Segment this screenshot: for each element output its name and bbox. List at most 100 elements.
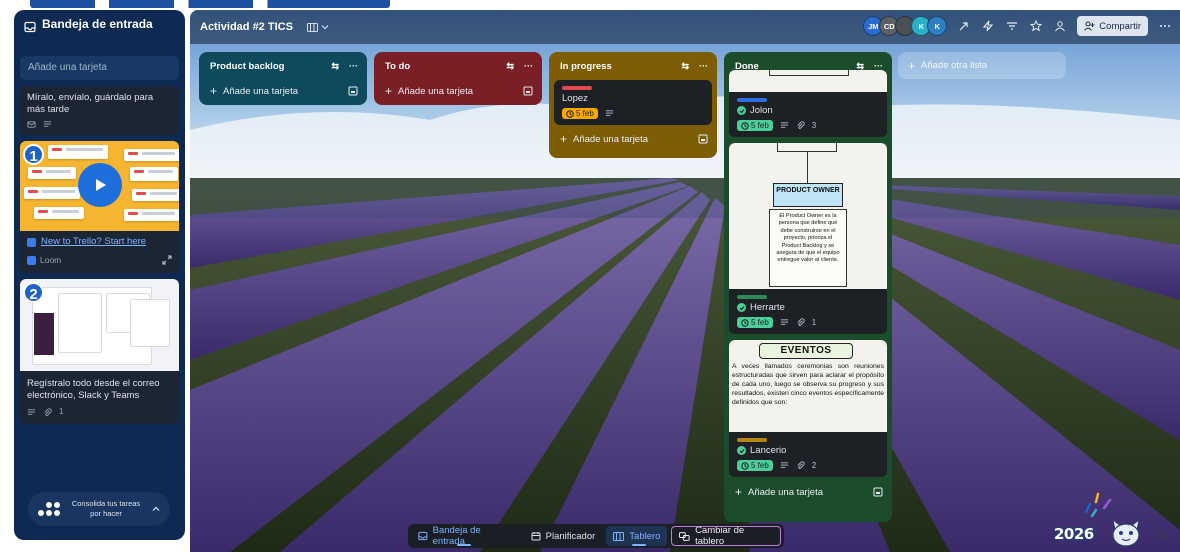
add-card-button[interactable]: + Añade una tarjeta [549, 128, 717, 150]
switch-board-icon [679, 531, 691, 541]
complete-check-icon[interactable] [737, 106, 746, 115]
list-title[interactable]: To do [385, 61, 410, 72]
template-icon[interactable] [873, 487, 883, 497]
play-button[interactable] [78, 163, 122, 207]
list-title[interactable]: Product backlog [210, 61, 284, 72]
share-button[interactable]: Compartir [1077, 16, 1148, 36]
switcher-planner[interactable]: Planificador [524, 526, 603, 546]
list-header: Product backlog ⇆ ··· [199, 52, 367, 80]
card-lancerio[interactable]: EVENTOS A veces llamados ceremonias son … [729, 340, 887, 477]
clock-icon [741, 461, 749, 470]
inbox-icon [24, 21, 36, 33]
board-view-switcher[interactable] [306, 22, 329, 32]
collapse-icon[interactable]: ⇆ [506, 61, 514, 72]
inbox-panel: Bandeja de entrada Añade una tarjeta Mír… [14, 10, 185, 540]
avatar[interactable]: K [927, 16, 948, 36]
switcher-inbox[interactable]: Bandeja de entrada [411, 525, 520, 547]
plus-icon: + [560, 132, 568, 146]
description-icon [780, 122, 788, 128]
automation-icon[interactable] [981, 19, 995, 33]
attachment-count: 1 [59, 407, 64, 416]
card-cover [729, 70, 887, 92]
switch-board-button[interactable]: Cambiar de tablero [671, 525, 781, 547]
due-date-badge[interactable]: 5 feb [562, 108, 598, 119]
board-title[interactable]: Actividad #2 TICS [200, 21, 293, 33]
chevron-down-icon [321, 25, 329, 30]
loom-icon [27, 237, 36, 247]
template-icon[interactable] [698, 134, 708, 144]
due-date: 5 feb [576, 109, 594, 118]
consolidate-tasks-button[interactable]: Consolida tus tareas por hacer [28, 492, 170, 526]
video-thumbnail[interactable]: 1 [20, 141, 179, 231]
card-cover: PRODUCT OWNER El Product Owner es la per… [729, 143, 887, 289]
add-card-label: Añade una tarjeta [398, 85, 474, 97]
cover-heading: PRODUCT OWNER [773, 183, 843, 207]
due-date: 5 feb [751, 318, 769, 327]
description-icon [43, 121, 52, 127]
card-badges: 5 feb 2 [729, 458, 887, 477]
expand-icon[interactable] [162, 255, 172, 265]
due-date-badge[interactable]: 5 feb [737, 317, 773, 328]
switcher-inbox-label: Bandeja de entrada [432, 525, 481, 547]
list-product-backlog: Product backlog ⇆ ··· + Añade una tarjeta [199, 52, 367, 105]
add-card-button[interactable]: + Añade una tarjeta [374, 80, 542, 102]
inbox-title: Bandeja de entrada [42, 17, 153, 31]
capture-thumbnail: 2 [20, 279, 179, 371]
logo-fragment [30, 0, 390, 8]
filter-icon[interactable] [1005, 19, 1019, 33]
due-date-badge[interactable]: 5 feb [737, 460, 773, 471]
card-meta [20, 118, 179, 135]
visibility-icon[interactable] [1053, 19, 1067, 33]
card-lopez[interactable]: Lopez 5 feb [554, 80, 712, 125]
collapse-icon[interactable]: ⇆ [331, 61, 339, 72]
list-menu-icon[interactable]: ··· [349, 61, 358, 72]
source-row: Loom [20, 248, 179, 273]
power-ups-icon[interactable] [957, 19, 971, 33]
year-promo-badge[interactable]: 2026 [1050, 492, 1142, 548]
card-title: Lopez [562, 93, 588, 104]
chevron-up-icon [152, 506, 160, 511]
member-avatars[interactable]: JM CD K K [863, 16, 948, 36]
list-title[interactable]: In progress [560, 61, 612, 72]
add-list-button[interactable]: + Añade otra lista [898, 52, 1066, 79]
card-badges: 5 feb 3 [729, 118, 887, 137]
confetti-icon [1084, 492, 1112, 518]
board-icon [613, 531, 625, 541]
inbox-card-save-later[interactable]: Míralo, envíalo, guárdalo para más tarde [20, 86, 179, 135]
list-header: To do ⇆ ··· [374, 52, 542, 80]
inbox-card-start-here[interactable]: 1 New to Trello? Start here Loom [20, 141, 179, 273]
attachment-icon [797, 461, 805, 469]
clock-icon [741, 318, 749, 327]
more-icon[interactable] [1158, 19, 1172, 33]
due-date-badge[interactable]: 5 feb [737, 120, 773, 131]
complete-check-icon[interactable] [737, 446, 746, 455]
top-strip [0, 0, 1180, 10]
card-jolon[interactable]: Jolon 5 feb 3 [729, 70, 887, 137]
star-icon[interactable] [1029, 19, 1043, 33]
add-card-label: Añade una tarjeta [223, 85, 299, 97]
template-icon[interactable] [348, 86, 358, 96]
list-menu-icon[interactable]: ··· [699, 61, 708, 72]
inbox-add-card-input[interactable]: Añade una tarjeta [20, 56, 179, 80]
card-text: Míralo, envíalo, guárdalo para más tarde [27, 92, 154, 115]
template-icon[interactable] [523, 86, 533, 96]
add-card-button[interactable]: + Añade una tarjeta [199, 80, 367, 102]
card-badges: 5 feb 1 [729, 315, 887, 334]
inbox-card-capture[interactable]: 2 Regístralo todo desde el correo electr… [20, 279, 179, 424]
play-icon [96, 179, 106, 191]
card-herrarte[interactable]: PRODUCT OWNER El Product Owner es la per… [729, 143, 887, 334]
collapse-icon[interactable]: ⇆ [681, 61, 689, 72]
close-icon[interactable]: ✕ [1158, 528, 1168, 542]
list-menu-icon[interactable]: ··· [524, 61, 533, 72]
calendar-icon [531, 532, 541, 541]
card-text: Regístralo todo desde el correo electrón… [27, 378, 160, 401]
add-card-button[interactable]: + Añade una tarjeta [724, 481, 892, 503]
card-title-row: Herrarte [729, 299, 887, 315]
start-here-link[interactable]: New to Trello? Start here [41, 236, 146, 248]
email-icon [27, 121, 36, 128]
cover-heading: EVENTOS [759, 343, 853, 359]
complete-check-icon[interactable] [737, 303, 746, 312]
clock-icon [566, 109, 574, 118]
switcher-board[interactable]: Tablero [606, 526, 668, 546]
view-switcher-bar: Bandeja de entrada Planificador Tablero … [408, 524, 784, 548]
